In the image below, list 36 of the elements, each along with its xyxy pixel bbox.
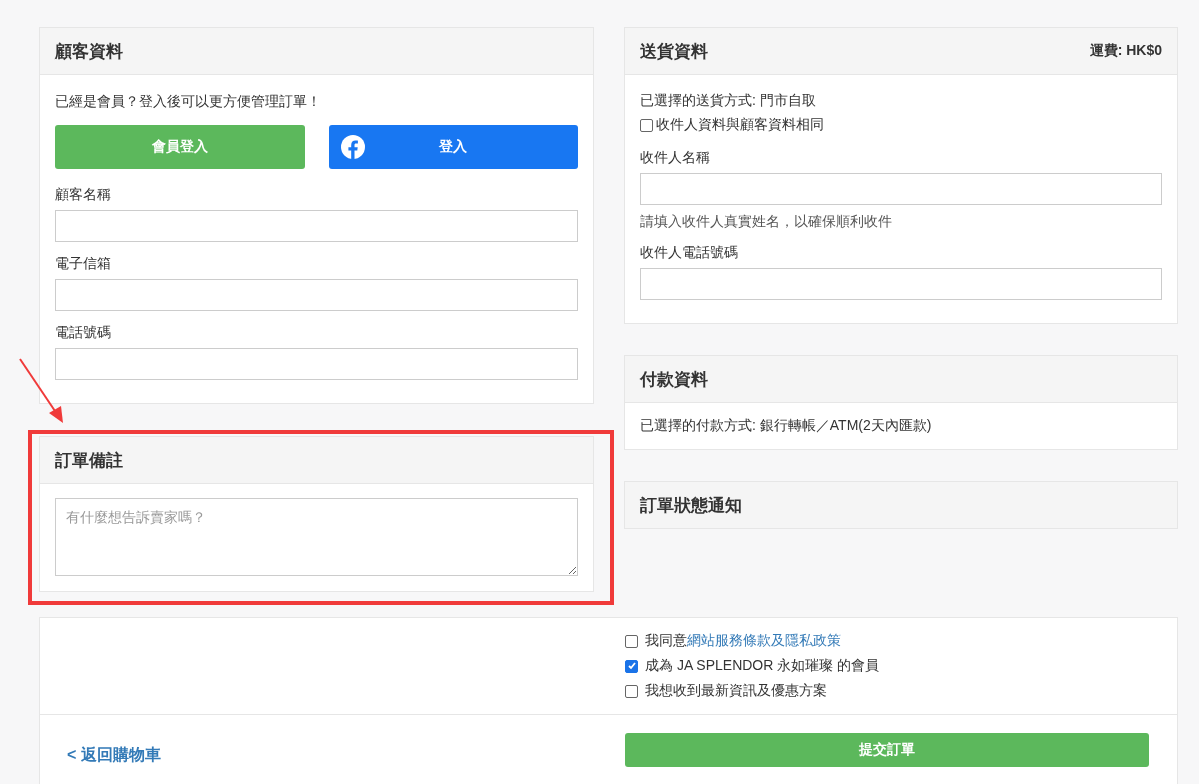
- checkbox-label: 我同意網站服務條款及隱私政策: [645, 632, 841, 650]
- login-prompt: 已經是會員？登入後可以更方便管理訂單！: [55, 93, 322, 111]
- field-label: 電子信箱: [55, 255, 112, 273]
- checkbox[interactable]: [625, 659, 638, 673]
- facebook-icon: [340, 135, 365, 159]
- field-label: 收件人名稱: [640, 149, 711, 167]
- shipping-fee: 運費: HK$0: [1089, 42, 1162, 60]
- submit-order-button[interactable]: 提交訂單: [625, 733, 1149, 767]
- panel-title: 訂單備註: [55, 449, 123, 472]
- field-label: 顧客名稱: [55, 186, 112, 204]
- checkbox[interactable]: [640, 118, 653, 132]
- checkbox-label: 我想收到最新資訊及優惠方案: [645, 682, 827, 700]
- input-field[interactable]: [55, 348, 578, 380]
- input-field[interactable]: [640, 173, 1162, 205]
- checkbox-label: 成為 JA SPLENDOR 永如璀璨 的會員: [645, 657, 880, 675]
- terms-link[interactable]: 網站服務條款及隱私政策: [687, 632, 841, 648]
- input-field[interactable]: [55, 210, 578, 242]
- panel-title: 付款資料: [640, 368, 708, 391]
- panel-title: 訂單狀態通知: [640, 494, 742, 517]
- facebook-login-button[interactable]: 登入: [328, 125, 578, 169]
- pointer-arrow: [19, 358, 65, 424]
- field-label: 收件人電話號碼: [640, 244, 739, 262]
- checkbox[interactable]: [625, 684, 638, 698]
- checkbox[interactable]: [625, 634, 638, 648]
- notes-field[interactable]: 有什麼想告訴賣家嗎？: [55, 498, 578, 576]
- member-login-button[interactable]: 會員登入: [55, 125, 305, 169]
- back-to-cart-link[interactable]: < 返回購物車: [67, 745, 161, 766]
- payment-method: 已選擇的付款方式: 銀行轉帳／ATM(2天內匯款): [640, 417, 933, 435]
- input-field[interactable]: [640, 268, 1162, 300]
- panel-title: 送貨資料: [640, 40, 708, 63]
- input-field[interactable]: [55, 279, 578, 311]
- panel-title: 顧客資料: [55, 40, 123, 63]
- shipping-method: 已選擇的送貨方式: 門市自取: [640, 92, 817, 110]
- checkbox-label: 收件人資料與顧客資料相同: [656, 116, 824, 134]
- help-text: 請填入收件人真實姓名，以確保順利收件: [640, 213, 893, 231]
- field-label: 電話號碼: [55, 324, 112, 342]
